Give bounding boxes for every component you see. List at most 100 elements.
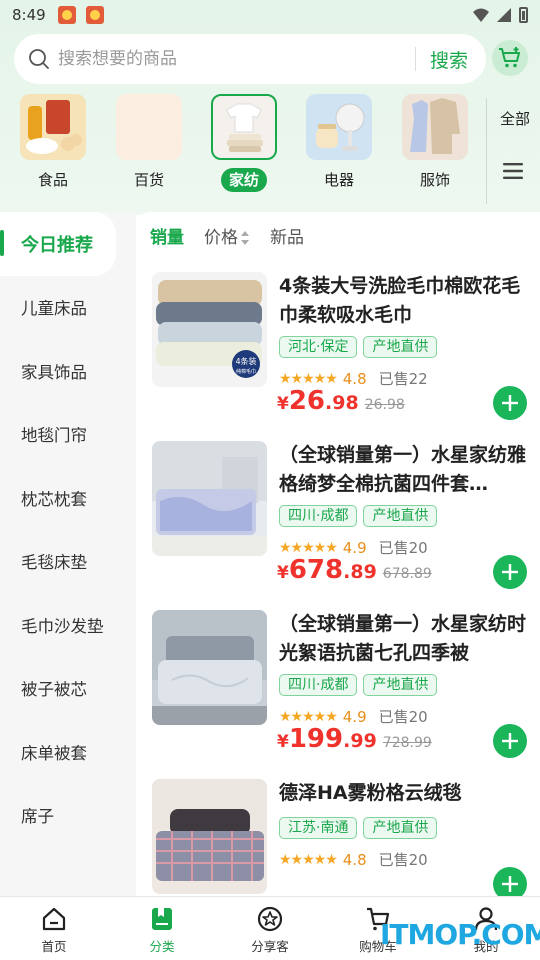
category-food-image <box>20 94 86 160</box>
sidebar-item-mats[interactable]: 席子 <box>0 784 136 848</box>
wifi-icon <box>473 8 489 22</box>
category-general-goods-image <box>116 94 182 160</box>
direct-supply-tag: 产地直供 <box>363 505 438 527</box>
product-badge-subtext: 纯棉毛巾 <box>236 368 256 375</box>
sort-tab-new[interactable]: 新品 <box>270 223 304 248</box>
category-food[interactable]: 食品 <box>17 94 89 192</box>
sidebar-item-quilts[interactable]: 被子被芯 <box>0 657 136 721</box>
product-image <box>152 441 267 556</box>
add-to-cart-button[interactable] <box>493 555 527 589</box>
search-icon <box>29 49 49 69</box>
star-rating-icon: ★★★★★ <box>279 539 338 556</box>
nav-home[interactable]: 首页 <box>0 897 108 960</box>
category-divider <box>486 98 487 204</box>
category-apparel[interactable]: 服饰 <box>399 94 471 192</box>
product-card[interactable]: （全球销量第一）水星家纺时光絮语抗菌七孔四季被 四川·成都 产地直供 ★★★★★… <box>136 610 540 770</box>
original-price: 728.99 <box>382 735 432 751</box>
status-indicators <box>473 7 528 23</box>
direct-supply-tag: 产地直供 <box>363 336 438 358</box>
star-rating-icon: ★★★★★ <box>279 708 338 725</box>
status-bar: 8:49 <box>0 0 540 30</box>
sidebar-item-pillows[interactable]: 枕芯枕套 <box>0 466 136 530</box>
plus-icon <box>502 876 518 892</box>
sort-tab-sales[interactable]: 销量 <box>150 223 184 248</box>
search-bar[interactable]: 搜索 <box>14 34 486 84</box>
product-title: （全球销量第一）水星家纺雅格绮梦全棉抗菌四件套… <box>279 444 527 495</box>
rating-value: 4.9 <box>342 538 367 557</box>
category-appliances[interactable]: 电器 <box>303 94 375 192</box>
add-to-cart-button[interactable] <box>493 386 527 420</box>
nav-share-label: 分享客 <box>251 939 289 954</box>
original-price: 26.98 <box>364 397 405 413</box>
product-card[interactable]: 4条装 纯棉毛巾 4条装大号洗脸毛巾棉欧花毛巾柔软吸水毛巾 河北·保定 产地直供… <box>136 272 540 432</box>
product-price: ¥ 26 .98 26.98 <box>277 386 405 416</box>
origin-tag: 江苏·南通 <box>279 817 358 839</box>
watermark: ITMOP.COM <box>380 918 540 951</box>
sidebar-item-kids-bedding[interactable]: 儿童床品 <box>0 276 136 340</box>
original-price: 678.89 <box>382 566 432 582</box>
rating-value: 4.9 <box>342 707 367 726</box>
sort-tab-price[interactable]: 价格 <box>204 223 250 248</box>
sidebar-item-today-recommend[interactable]: 今日推荐 <box>0 212 116 276</box>
product-tags: 江苏·南通 产地直供 <box>279 817 438 839</box>
product-card[interactable]: （全球销量第一）水星家纺雅格绮梦全棉抗菌四件套… 四川·成都 产地直供 ★★★★… <box>136 441 540 601</box>
sidebar-item-home-decor[interactable]: 家具饰品 <box>0 339 136 403</box>
home-icon <box>42 907 66 931</box>
sort-arrows-icon <box>241 230 249 245</box>
product-image <box>152 779 267 894</box>
product-title: （全球销量第一）水星家纺时光絮语抗菌七孔四季被 <box>279 613 527 664</box>
category-label: 服饰 <box>419 171 450 189</box>
product-rating: ★★★★★ 4.8 已售20 <box>279 849 428 870</box>
category-label: 食品 <box>37 171 68 189</box>
nav-share[interactable]: 分享客 <box>216 897 324 960</box>
add-to-cart-button[interactable] <box>493 724 527 758</box>
price-integer: 26 <box>288 386 326 416</box>
currency-symbol: ¥ <box>277 394 289 414</box>
sold-count: 已售20 <box>378 851 428 869</box>
product-list-panel: 销量 价格 新品 4条装 纯棉毛巾 4条装大号洗脸毛巾棉欧花毛巾柔软吸水毛巾 河… <box>136 212 540 896</box>
product-card[interactable]: 德泽HA雾粉格云绒毯 江苏·南通 产地直供 ★★★★★ 4.8 已售20 <box>136 779 540 896</box>
price-integer: 199 <box>288 724 344 754</box>
sort-bar: 销量 价格 新品 <box>136 212 540 258</box>
category-label: 电器 <box>323 171 354 189</box>
currency-symbol: ¥ <box>277 732 289 752</box>
sidebar-item-sheets-covers[interactable]: 床单被套 <box>0 720 136 784</box>
cart-plus-icon <box>499 47 520 68</box>
category-apparel-image <box>402 94 468 160</box>
category-all-button[interactable]: 全部 <box>500 110 530 128</box>
add-to-cart-button[interactable] <box>493 867 527 896</box>
product-badge-text: 4条装 <box>235 356 256 366</box>
product-title: 德泽HA雾粉格云绒毯 <box>279 782 462 804</box>
search-divider <box>414 47 416 71</box>
sidebar-item-towels-sofa-mats[interactable]: 毛巾沙发垫 <box>0 593 136 657</box>
rating-value: 4.8 <box>342 369 367 388</box>
search-input[interactable] <box>58 49 415 69</box>
price-decimal: .89 <box>343 561 377 583</box>
origin-tag: 四川·成都 <box>279 505 358 527</box>
category-home-textiles[interactable]: 家纺 <box>208 94 280 192</box>
plus-icon <box>502 733 518 749</box>
subcategory-sidebar: 今日推荐 儿童床品 家具饰品 地毯门帘 枕芯枕套 毛毯床垫 毛巾沙发垫 被子被芯… <box>0 212 136 896</box>
search-button[interactable]: 搜索 <box>430 46 468 73</box>
currency-symbol: ¥ <box>277 563 289 583</box>
direct-supply-tag: 产地直供 <box>363 674 438 696</box>
category-general-goods[interactable]: 百货 <box>113 94 185 192</box>
star-rating-icon: ★★★★★ <box>279 370 338 387</box>
product-price: ¥ 199 .99 728.99 <box>277 724 432 754</box>
sidebar-item-blankets-mattress[interactable]: 毛毯床垫 <box>0 530 136 594</box>
product-tags: 河北·保定 产地直供 <box>279 336 438 358</box>
signal-icon <box>497 8 511 22</box>
add-to-cart-shortcut-button[interactable] <box>492 40 528 76</box>
price-integer: 678 <box>288 555 344 585</box>
product-tags: 四川·成都 产地直供 <box>279 674 438 696</box>
status-time: 8:49 <box>12 6 46 24</box>
category-label: 家纺 <box>220 168 267 192</box>
category-icon <box>152 908 172 930</box>
star-badge-icon <box>257 906 283 932</box>
sidebar-item-rugs-curtains[interactable]: 地毯门帘 <box>0 403 136 467</box>
category-strip: 食品 百货 家纺 电器 服饰 全部 <box>0 94 540 206</box>
battery-icon <box>519 7 528 23</box>
sort-tab-price-label: 价格 <box>204 227 238 248</box>
menu-icon[interactable] <box>503 162 523 180</box>
nav-category[interactable]: 分类 <box>108 897 216 960</box>
